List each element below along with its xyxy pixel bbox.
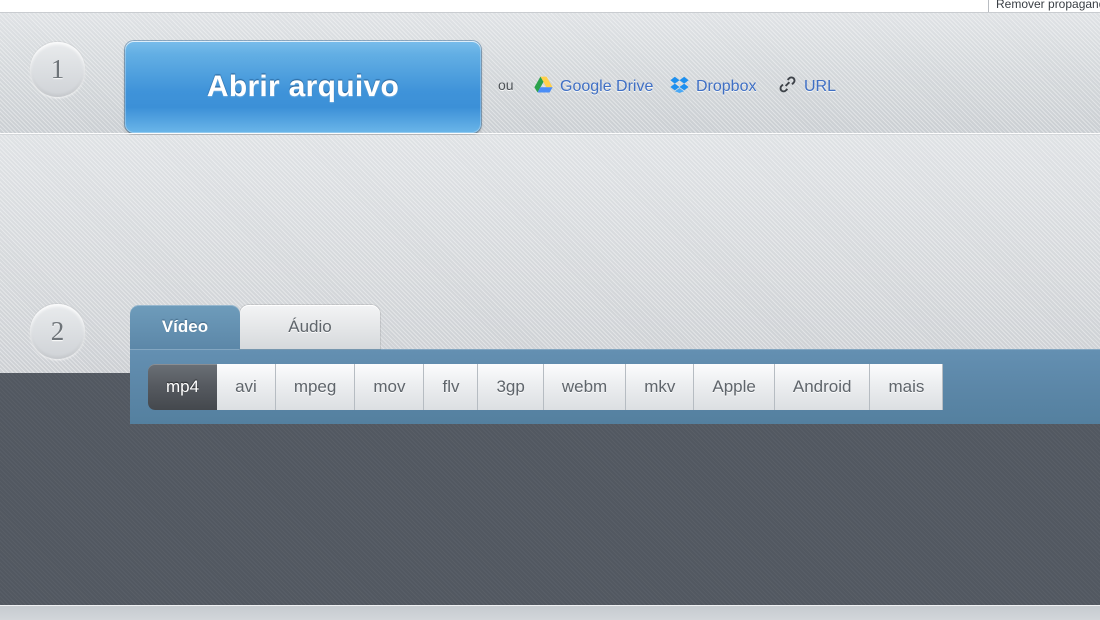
dropbox-icon — [670, 76, 689, 98]
tab-video[interactable]: Vídeo — [130, 305, 240, 349]
google-drive-link[interactable]: Google Drive — [534, 76, 653, 98]
format-button-mkv[interactable]: mkv — [626, 364, 695, 410]
format-button-mov[interactable]: mov — [355, 364, 425, 410]
bottom-band — [0, 605, 1100, 620]
dropbox-label: Dropbox — [696, 78, 757, 95]
tab-audio[interactable]: Áudio — [240, 305, 380, 349]
format-button-avi[interactable]: avi — [217, 364, 276, 410]
link-icon — [778, 76, 797, 98]
ad-strip: Remover propaganda — [0, 0, 1100, 13]
format-button-apple[interactable]: Apple — [694, 364, 775, 410]
tab-audio-label: Áudio — [288, 317, 332, 336]
step-2-section: 2 Vídeo Áudio mp4 avi mpeg mov flv 3gp w… — [0, 135, 1100, 489]
format-button-webm[interactable]: webm — [543, 364, 627, 410]
format-panel: mp4 avi mpeg mov flv 3gp webm mkv Apple … — [130, 349, 1100, 424]
url-label: URL — [804, 78, 837, 95]
format-button-group: mp4 avi mpeg mov flv 3gp webm mkv Apple … — [148, 364, 944, 410]
format-button-android[interactable]: Android — [774, 364, 871, 410]
google-drive-label: Google Drive — [560, 78, 654, 95]
ad-strip-divider — [988, 0, 989, 12]
url-link[interactable]: URL — [778, 76, 836, 98]
dropbox-link[interactable]: Dropbox — [670, 76, 756, 98]
format-button-mp4[interactable]: mp4 — [148, 364, 218, 410]
or-label: ou — [498, 77, 514, 93]
step-1-section: 1 Abrir arquivo ou Google Drive Dropbox — [0, 13, 1100, 134]
format-button-mpeg[interactable]: mpeg — [275, 364, 356, 410]
open-file-button[interactable]: Abrir arquivo — [125, 41, 481, 133]
google-drive-icon — [534, 76, 553, 98]
format-button-3gp[interactable]: 3gp — [478, 364, 544, 410]
remove-ads-link[interactable]: Remover propaganda — [996, 0, 1100, 11]
open-file-label: Abrir arquivo — [206, 70, 400, 103]
tab-video-label: Vídeo — [161, 317, 209, 336]
format-button-mais[interactable]: mais — [870, 364, 944, 410]
step-2-number: 2 — [30, 304, 85, 359]
format-button-flv[interactable]: flv — [424, 364, 479, 410]
step-1-number: 1 — [30, 42, 85, 97]
